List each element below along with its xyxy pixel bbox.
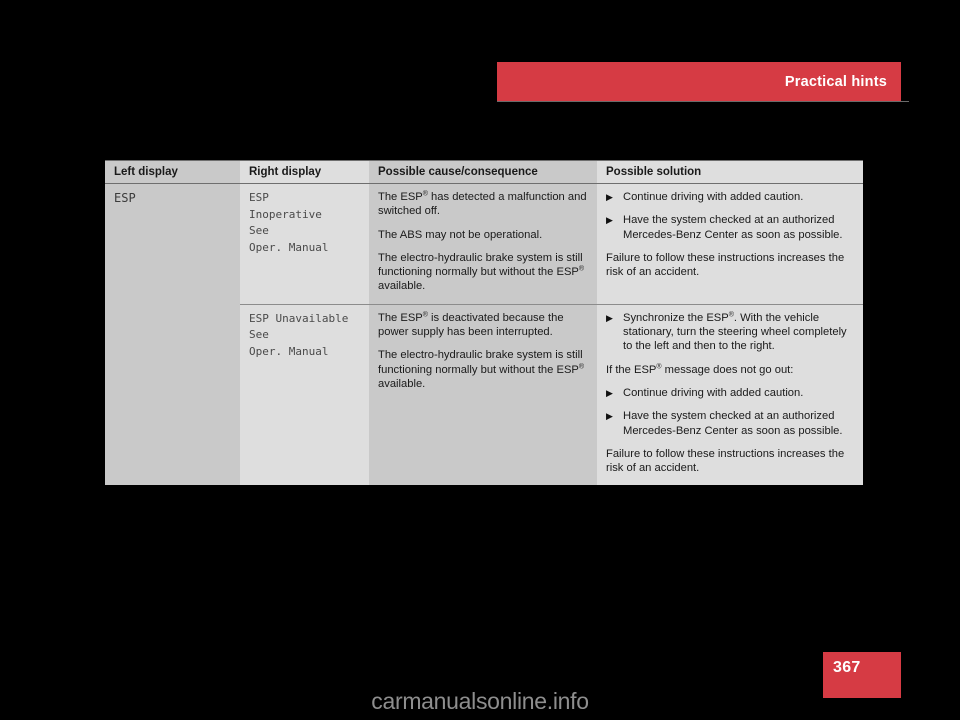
solution-paragraph: Failure to follow these instructions inc…: [606, 251, 845, 279]
right-display-value: ESP Unavailable See Oper. Manual: [249, 311, 349, 358]
cause-paragraph: The electro-hydraulic brake system is st…: [378, 349, 585, 390]
column-header-label: Left display: [114, 166, 178, 178]
solution-bullet-text: Have the system checked at an authorized…: [623, 410, 843, 437]
triangle-bullet-icon: ▶: [606, 312, 613, 323]
right-display-cell: ESP Unavailable See Oper. Manual: [240, 303, 369, 486]
column-header-possible-solution: Possible solution: [597, 161, 863, 183]
table-row: ESP Inoperative See Oper. Manual The ESP…: [240, 184, 863, 304]
cause-content: The ESP® has detected a malfunction and …: [378, 190, 587, 294]
solution-bullet-text: Synchronize the ESP®. With the vehicle s…: [623, 311, 847, 353]
table-rows-stack: ESP Inoperative See Oper. Manual The ESP…: [240, 184, 863, 486]
cause-content: The ESP® is deactivated because the powe…: [378, 311, 587, 391]
triangle-bullet-icon: ▶: [606, 192, 613, 202]
cause-paragraph: The ESP® has detected a malfunction and …: [378, 190, 587, 218]
solution-paragraph: If the ESP® message does not go out:: [606, 362, 794, 376]
cause-paragraph: The electro-hydraulic brake system is st…: [378, 251, 585, 293]
possible-cause-cell: The ESP® has detected a malfunction and …: [369, 184, 597, 304]
registered-trademark-mark: ®: [578, 265, 585, 273]
cause-paragraph: The ESP® is deactivated because the powe…: [378, 311, 564, 339]
triangle-bullet-icon: ▶: [606, 387, 613, 398]
column-header-left-display: Left display: [105, 161, 240, 183]
possible-solution-cell: ▶ Synchronize the ESP®. With the vehicle …: [597, 303, 863, 486]
triangle-bullet-icon: ▶: [606, 411, 613, 422]
table-header-row: Left display Right display Possible caus…: [105, 160, 863, 184]
possible-cause-cell: The ESP® is deactivated because the powe…: [369, 303, 597, 486]
solution-bullet-item: ▶ Have the system checked at an authorize…: [606, 409, 853, 438]
solution-bullet-text: Continue driving with added caution.: [623, 386, 804, 399]
solution-bullet-item: ▶ Have the system checked at an authorize…: [606, 213, 853, 242]
left-display-cell: ESP: [105, 184, 240, 486]
solution-bullet-text: Continue driving with added caution.: [623, 191, 804, 203]
left-display-value: ESP: [114, 191, 136, 205]
possible-solution-cell: ▶ Continue driving with added caution. ▶ Ha…: [597, 184, 863, 304]
solution-content: ▶ Synchronize the ESP®. With the vehicle …: [606, 311, 853, 476]
warning-messages-table: Left display Right display Possible caus…: [105, 160, 863, 486]
watermark: carmanualsonline.info: [371, 688, 589, 714]
solution-paragraph: Failure to follow these instructions inc…: [606, 447, 845, 475]
triangle-bullet-icon: ▶: [606, 215, 613, 226]
registered-trademark-mark: ®: [422, 311, 428, 319]
column-header-label: Right display: [249, 166, 322, 178]
page-number: 367: [833, 659, 861, 676]
column-header-right-display: Right display: [240, 161, 369, 183]
solution-bullet-item: ▶ Continue driving with added caution.: [606, 190, 853, 204]
registered-trademark-mark: ®: [578, 362, 585, 370]
right-display-cell: ESP Inoperative See Oper. Manual: [240, 184, 369, 304]
page-title: Practical hints: [784, 74, 887, 90]
header-divider: [497, 101, 909, 102]
manual-page: Practical hints Left display Right displ…: [0, 0, 960, 720]
solution-bullet-text: Have the system checked at an authorized…: [623, 214, 843, 241]
solution-bullet-item: ▶ Continue driving with added caution.: [606, 386, 853, 400]
registered-trademark-mark: ®: [728, 311, 734, 319]
registered-trademark-mark: ®: [656, 362, 662, 370]
right-display-value: ESP Inoperative See Oper. Manual: [249, 191, 329, 254]
column-header-label: Possible solution: [606, 166, 702, 178]
header-band: Practical hints: [497, 62, 901, 102]
cause-paragraph: The ABS may not be operational.: [378, 228, 543, 241]
table-body: ESP ESP Inoperative See Oper. Manual The…: [105, 184, 863, 486]
column-header-possible-cause: Possible cause/consequence: [369, 161, 597, 183]
solution-content: ▶ Continue driving with added caution. ▶ Ha…: [606, 190, 853, 279]
column-header-label: Possible cause/consequence: [378, 166, 538, 178]
solution-bullet-item: ▶ Synchronize the ESP®. With the vehicle …: [606, 311, 853, 354]
table-row: ESP Unavailable See Oper. Manual The ESP…: [240, 303, 863, 486]
registered-trademark-mark: ®: [422, 190, 428, 198]
